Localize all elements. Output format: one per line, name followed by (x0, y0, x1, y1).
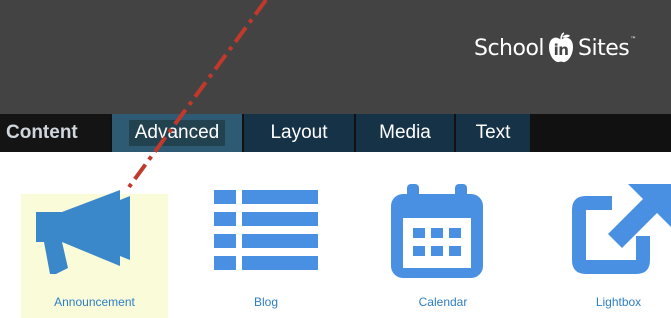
tab-text-label: Text (475, 122, 511, 143)
calendar-icon (391, 184, 483, 278)
apple-icon: in (547, 32, 575, 64)
tab-content-label: Content (6, 122, 78, 143)
tile-announcement-label: Announcement (54, 295, 135, 309)
tile-blog-label: Blog (253, 295, 279, 309)
tab-advanced[interactable]: Advanced (112, 114, 242, 152)
site-header: School in Sites ™ (0, 0, 671, 114)
logo-text-in: in (553, 41, 569, 59)
tab-layout[interactable]: Layout (244, 114, 354, 152)
tab-text[interactable]: Text (456, 114, 530, 152)
tab-media[interactable]: Media (356, 114, 454, 152)
trademark-mark: ™ (630, 36, 636, 43)
tab-layout-label: Layout (270, 122, 328, 143)
tile-lightbox-label: Lightbox (595, 295, 642, 309)
megaphone-icon (36, 190, 130, 274)
list-icon (214, 190, 318, 270)
tile-calendar-label: Calendar (418, 295, 468, 309)
tab-advanced-label: Advanced (128, 120, 226, 146)
component-tab-bar: Content Advanced Layout Media Text (0, 114, 671, 152)
schoolinsites-logo: School in Sites ™ (474, 28, 636, 68)
logo-text-sites: Sites (578, 35, 630, 61)
logo-text-school: School (474, 35, 545, 61)
tab-content[interactable]: Content (0, 114, 110, 152)
external-link-icon (572, 184, 671, 274)
tab-media-label: Media (379, 122, 431, 143)
